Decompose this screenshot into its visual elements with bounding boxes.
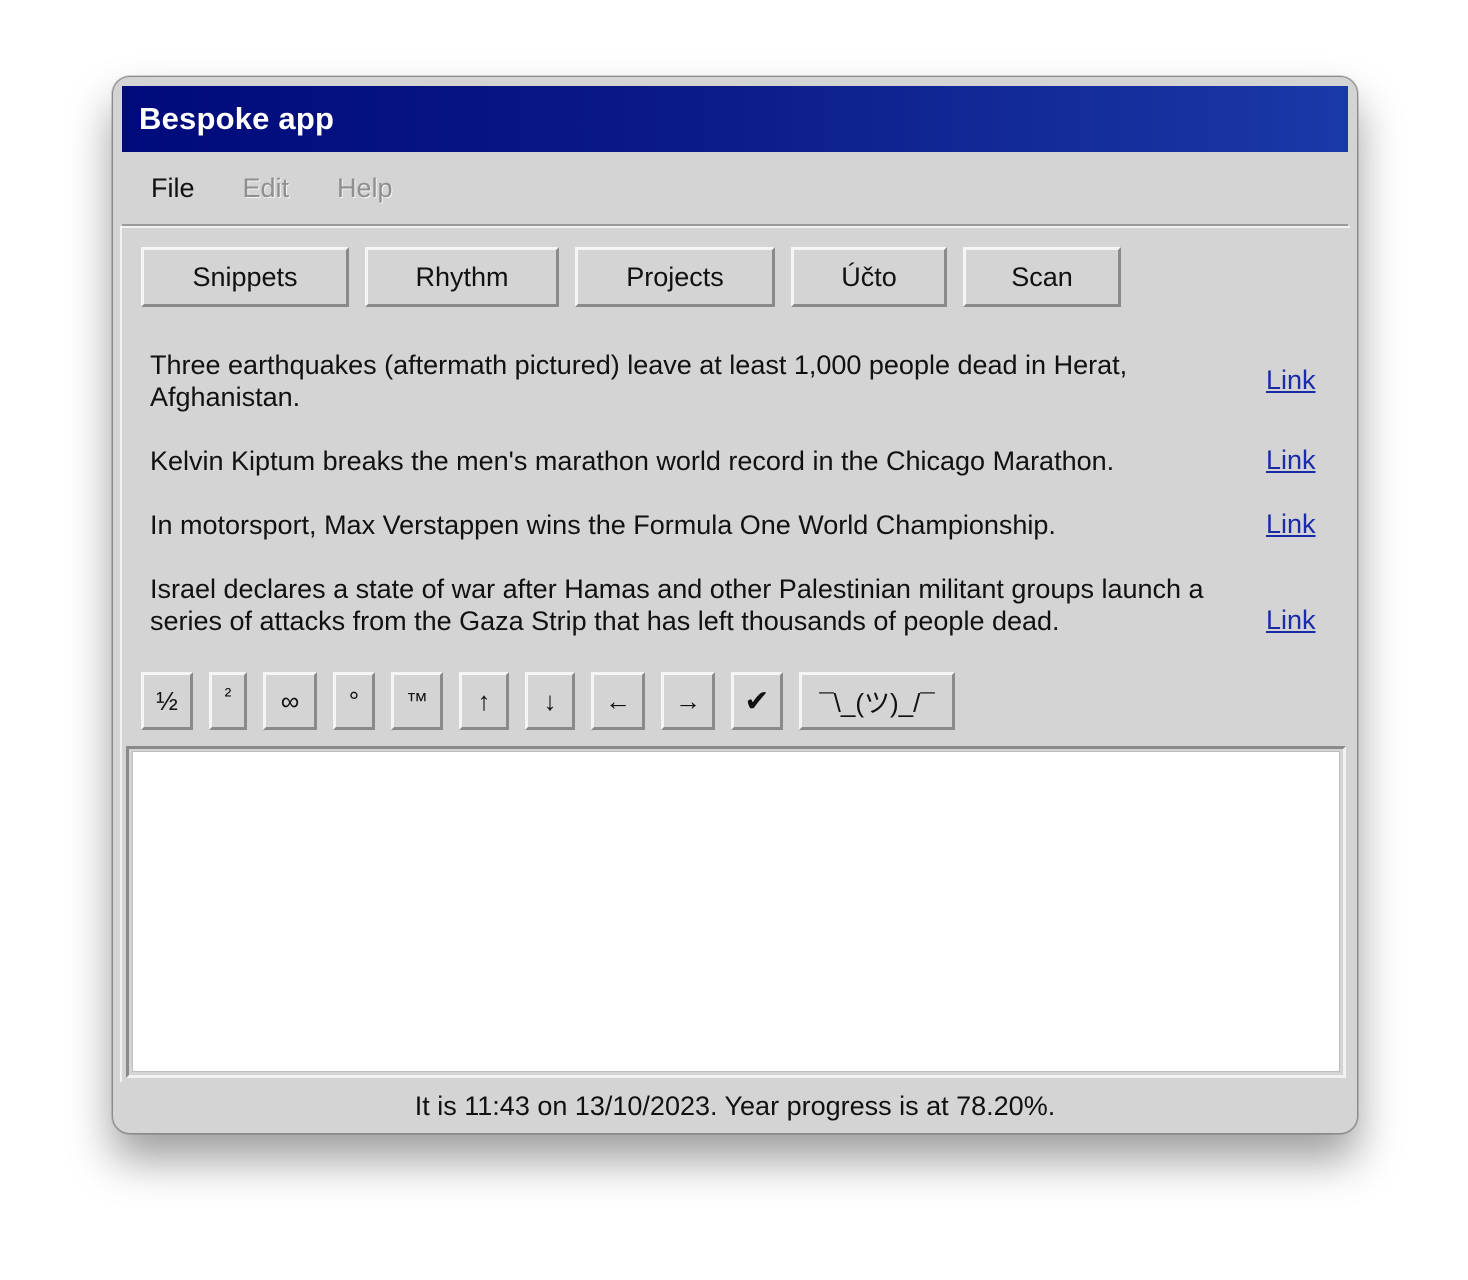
news-list[interactable]: Three earthquakes (aftermath pictured) l… [122,320,1350,640]
news-item-link[interactable]: Link [1266,365,1316,396]
news-item-text: Three earthquakes (aftermath pictured) l… [150,350,1128,412]
checkmark-button[interactable]: ✔ [731,672,783,730]
scan-button[interactable]: Scan [963,247,1121,307]
infinity-button[interactable]: ∞ [263,672,317,730]
ucto-button[interactable]: Účto [791,247,947,307]
arrow-left-button[interactable]: ← [591,672,645,730]
news-item-link[interactable]: Link [1266,509,1316,540]
arrow-down-button[interactable]: ↓ [525,672,575,730]
news-item-link[interactable]: Link [1266,445,1316,476]
projects-button[interactable]: Projects [575,247,775,307]
editor-frame [126,746,1346,1078]
window-title: Bespoke app [139,101,335,136]
shrug-button[interactable]: ¯\_(ツ)_/¯ [799,672,955,730]
menu-help: Help [337,172,393,203]
status-bar: It is 11:43 on 13/10/2023. Year progress… [113,1083,1357,1129]
arrow-right-button[interactable]: → [661,672,715,730]
news-item-link[interactable]: Link [1266,605,1316,636]
news-item-text: Kelvin Kiptum breaks the men's marathon … [150,446,1115,476]
title-bar[interactable]: Bespoke app [122,86,1348,152]
editor-textarea[interactable] [132,751,1340,1072]
snippets-button[interactable]: Snippets [141,247,349,307]
arrow-up-button[interactable]: ↑ [459,672,509,730]
half-symbol-button[interactable]: ½ [141,672,193,730]
rhythm-button[interactable]: Rhythm [365,247,559,307]
news-item-text: In motorsport, Max Verstappen wins the F… [150,510,1056,540]
main-content: Snippets Rhythm Projects Účto Scan Three… [120,226,1350,1082]
superscript-two-button[interactable]: ² [209,672,247,730]
status-text: It is 11:43 on 13/10/2023. Year progress… [414,1090,1056,1121]
trademark-button[interactable]: ™ [391,672,443,730]
menu-file[interactable]: File [151,173,195,204]
menu-edit: Edit [242,172,290,203]
app-window: Bespoke app File Edit Help Snippets Rhyt… [112,76,1358,1134]
degree-button[interactable]: ° [333,672,375,730]
menu-bar: File Edit Help [122,152,1348,226]
news-item-text: Israel declares a state of war after Ham… [150,574,1204,636]
